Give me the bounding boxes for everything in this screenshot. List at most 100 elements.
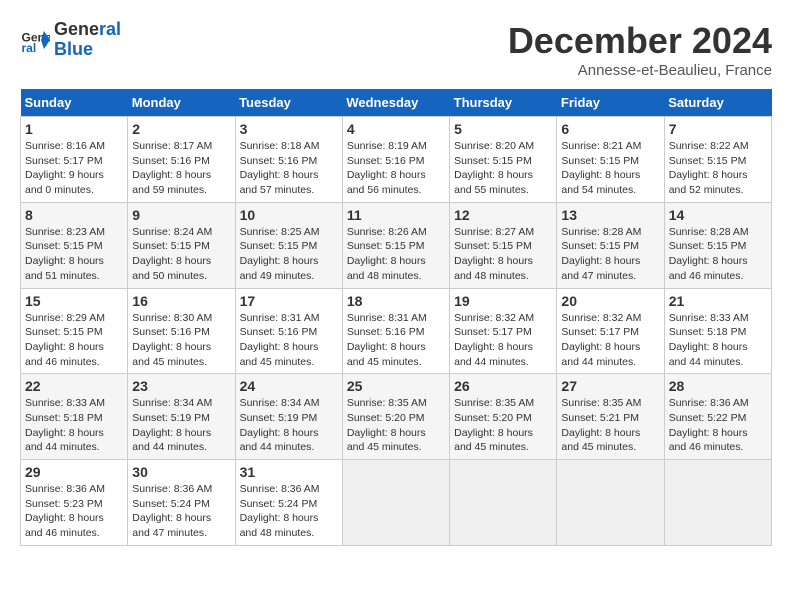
day-info: Sunrise: 8:34 AM Sunset: 5:19 PM Dayligh…: [132, 396, 230, 455]
logo-line2: Blue: [54, 40, 121, 60]
day-info: Sunrise: 8:32 AM Sunset: 5:17 PM Dayligh…: [561, 311, 659, 370]
header-cell-saturday: Saturday: [664, 89, 771, 117]
day-number: 30: [132, 464, 230, 480]
day-info: Sunrise: 8:36 AM Sunset: 5:24 PM Dayligh…: [240, 482, 338, 541]
day-number: 24: [240, 378, 338, 394]
day-number: 15: [25, 293, 123, 309]
day-number: 5: [454, 121, 552, 137]
day-number: 27: [561, 378, 659, 394]
day-cell: 2 Sunrise: 8:17 AM Sunset: 5:16 PM Daylig…: [128, 117, 235, 203]
day-number: 4: [347, 121, 445, 137]
day-info: Sunrise: 8:16 AM Sunset: 5:17 PM Dayligh…: [25, 139, 123, 198]
day-cell: 4 Sunrise: 8:19 AM Sunset: 5:16 PM Daylig…: [342, 117, 449, 203]
day-number: 14: [669, 207, 767, 223]
week-row-1: 1Sunrise: 8:16 AM Sunset: 5:17 PM Daylig…: [21, 117, 772, 203]
calendar-table: SundayMondayTuesdayWednesdayThursdayFrid…: [20, 89, 772, 546]
day-info: Sunrise: 8:36 AM Sunset: 5:22 PM Dayligh…: [669, 396, 767, 455]
day-info: Sunrise: 8:20 AM Sunset: 5:15 PM Dayligh…: [454, 139, 552, 198]
day-cell: [557, 460, 664, 546]
month-title: December 2024: [508, 20, 772, 62]
day-cell: 28 Sunrise: 8:36 AM Sunset: 5:22 PM Dayli…: [664, 374, 771, 460]
day-cell: 20Sunrise: 8:32 AM Sunset: 5:17 PM Dayli…: [557, 288, 664, 374]
day-number: 25: [347, 378, 445, 394]
header-cell-sunday: Sunday: [21, 89, 128, 117]
week-row-3: 15Sunrise: 8:29 AM Sunset: 5:15 PM Dayli…: [21, 288, 772, 374]
day-cell: 21 Sunrise: 8:33 AM Sunset: 5:18 PM Dayli…: [664, 288, 771, 374]
day-number: 8: [25, 207, 123, 223]
day-number: 28: [669, 378, 767, 394]
day-number: 26: [454, 378, 552, 394]
day-info: Sunrise: 8:18 AM Sunset: 5:16 PM Dayligh…: [240, 139, 338, 198]
header-cell-friday: Friday: [557, 89, 664, 117]
day-info: Sunrise: 8:21 AM Sunset: 5:15 PM Dayligh…: [561, 139, 659, 198]
day-info: Sunrise: 8:35 AM Sunset: 5:20 PM Dayligh…: [454, 396, 552, 455]
day-info: Sunrise: 8:17 AM Sunset: 5:16 PM Dayligh…: [132, 139, 230, 198]
day-info: Sunrise: 8:19 AM Sunset: 5:16 PM Dayligh…: [347, 139, 445, 198]
day-number: 23: [132, 378, 230, 394]
day-info: Sunrise: 8:32 AM Sunset: 5:17 PM Dayligh…: [454, 311, 552, 370]
day-cell: 19 Sunrise: 8:32 AM Sunset: 5:17 PM Dayli…: [450, 288, 557, 374]
day-info: Sunrise: 8:34 AM Sunset: 5:19 PM Dayligh…: [240, 396, 338, 455]
day-number: 16: [132, 293, 230, 309]
header-cell-wednesday: Wednesday: [342, 89, 449, 117]
day-cell: 26 Sunrise: 8:35 AM Sunset: 5:20 PM Dayli…: [450, 374, 557, 460]
day-number: 21: [669, 293, 767, 309]
day-cell: [450, 460, 557, 546]
day-cell: 5 Sunrise: 8:20 AM Sunset: 5:15 PM Daylig…: [450, 117, 557, 203]
header-row: SundayMondayTuesdayWednesdayThursdayFrid…: [21, 89, 772, 117]
day-info: Sunrise: 8:36 AM Sunset: 5:23 PM Dayligh…: [25, 482, 123, 541]
day-cell: 25 Sunrise: 8:35 AM Sunset: 5:20 PM Dayli…: [342, 374, 449, 460]
day-cell: 31Sunrise: 8:36 AM Sunset: 5:24 PM Dayli…: [235, 460, 342, 546]
day-info: Sunrise: 8:30 AM Sunset: 5:16 PM Dayligh…: [132, 311, 230, 370]
location-subtitle: Annesse-et-Beaulieu, France: [508, 62, 772, 79]
logo: Gene ral General Blue: [20, 20, 121, 60]
day-cell: 23 Sunrise: 8:34 AM Sunset: 5:19 PM Dayli…: [128, 374, 235, 460]
header-cell-tuesday: Tuesday: [235, 89, 342, 117]
day-cell: 15Sunrise: 8:29 AM Sunset: 5:15 PM Dayli…: [21, 288, 128, 374]
day-number: 11: [347, 207, 445, 223]
day-cell: 3 Sunrise: 8:18 AM Sunset: 5:16 PM Daylig…: [235, 117, 342, 203]
day-cell: 9 Sunrise: 8:24 AM Sunset: 5:15 PM Daylig…: [128, 202, 235, 288]
day-cell: 17Sunrise: 8:31 AM Sunset: 5:16 PM Dayli…: [235, 288, 342, 374]
day-number: 17: [240, 293, 338, 309]
day-number: 12: [454, 207, 552, 223]
page-header: Gene ral General Blue December 2024 Anne…: [20, 20, 772, 79]
day-info: Sunrise: 8:25 AM Sunset: 5:15 PM Dayligh…: [240, 225, 338, 284]
day-number: 7: [669, 121, 767, 137]
title-block: December 2024 Annesse-et-Beaulieu, Franc…: [508, 20, 772, 79]
day-info: Sunrise: 8:24 AM Sunset: 5:15 PM Dayligh…: [132, 225, 230, 284]
day-info: Sunrise: 8:33 AM Sunset: 5:18 PM Dayligh…: [25, 396, 123, 455]
day-number: 19: [454, 293, 552, 309]
day-cell: 22 Sunrise: 8:33 AM Sunset: 5:18 PM Dayli…: [21, 374, 128, 460]
day-cell: 30Sunrise: 8:36 AM Sunset: 5:24 PM Dayli…: [128, 460, 235, 546]
day-info: Sunrise: 8:27 AM Sunset: 5:15 PM Dayligh…: [454, 225, 552, 284]
day-cell: 6 Sunrise: 8:21 AM Sunset: 5:15 PM Daylig…: [557, 117, 664, 203]
day-cell: 13 Sunrise: 8:28 AM Sunset: 5:15 PM Dayli…: [557, 202, 664, 288]
day-info: Sunrise: 8:35 AM Sunset: 5:20 PM Dayligh…: [347, 396, 445, 455]
header-cell-monday: Monday: [128, 89, 235, 117]
day-number: 22: [25, 378, 123, 394]
day-cell: 8Sunrise: 8:23 AM Sunset: 5:15 PM Daylig…: [21, 202, 128, 288]
svg-text:ral: ral: [22, 41, 37, 55]
day-cell: 7 Sunrise: 8:22 AM Sunset: 5:15 PM Daylig…: [664, 117, 771, 203]
day-cell: 14 Sunrise: 8:28 AM Sunset: 5:15 PM Dayli…: [664, 202, 771, 288]
day-cell: 12 Sunrise: 8:27 AM Sunset: 5:15 PM Dayli…: [450, 202, 557, 288]
day-number: 2: [132, 121, 230, 137]
day-number: 18: [347, 293, 445, 309]
day-cell: 18Sunrise: 8:31 AM Sunset: 5:16 PM Dayli…: [342, 288, 449, 374]
day-number: 3: [240, 121, 338, 137]
header-cell-thursday: Thursday: [450, 89, 557, 117]
day-cell: 10Sunrise: 8:25 AM Sunset: 5:15 PM Dayli…: [235, 202, 342, 288]
day-number: 13: [561, 207, 659, 223]
day-cell: 24 Sunrise: 8:34 AM Sunset: 5:19 PM Dayli…: [235, 374, 342, 460]
day-info: Sunrise: 8:22 AM Sunset: 5:15 PM Dayligh…: [669, 139, 767, 198]
day-cell: 11Sunrise: 8:26 AM Sunset: 5:15 PM Dayli…: [342, 202, 449, 288]
day-info: Sunrise: 8:28 AM Sunset: 5:15 PM Dayligh…: [669, 225, 767, 284]
day-number: 9: [132, 207, 230, 223]
day-info: Sunrise: 8:33 AM Sunset: 5:18 PM Dayligh…: [669, 311, 767, 370]
day-number: 6: [561, 121, 659, 137]
day-cell: 29Sunrise: 8:36 AM Sunset: 5:23 PM Dayli…: [21, 460, 128, 546]
day-cell: 16 Sunrise: 8:30 AM Sunset: 5:16 PM Dayli…: [128, 288, 235, 374]
day-info: Sunrise: 8:28 AM Sunset: 5:15 PM Dayligh…: [561, 225, 659, 284]
week-row-5: 29Sunrise: 8:36 AM Sunset: 5:23 PM Dayli…: [21, 460, 772, 546]
